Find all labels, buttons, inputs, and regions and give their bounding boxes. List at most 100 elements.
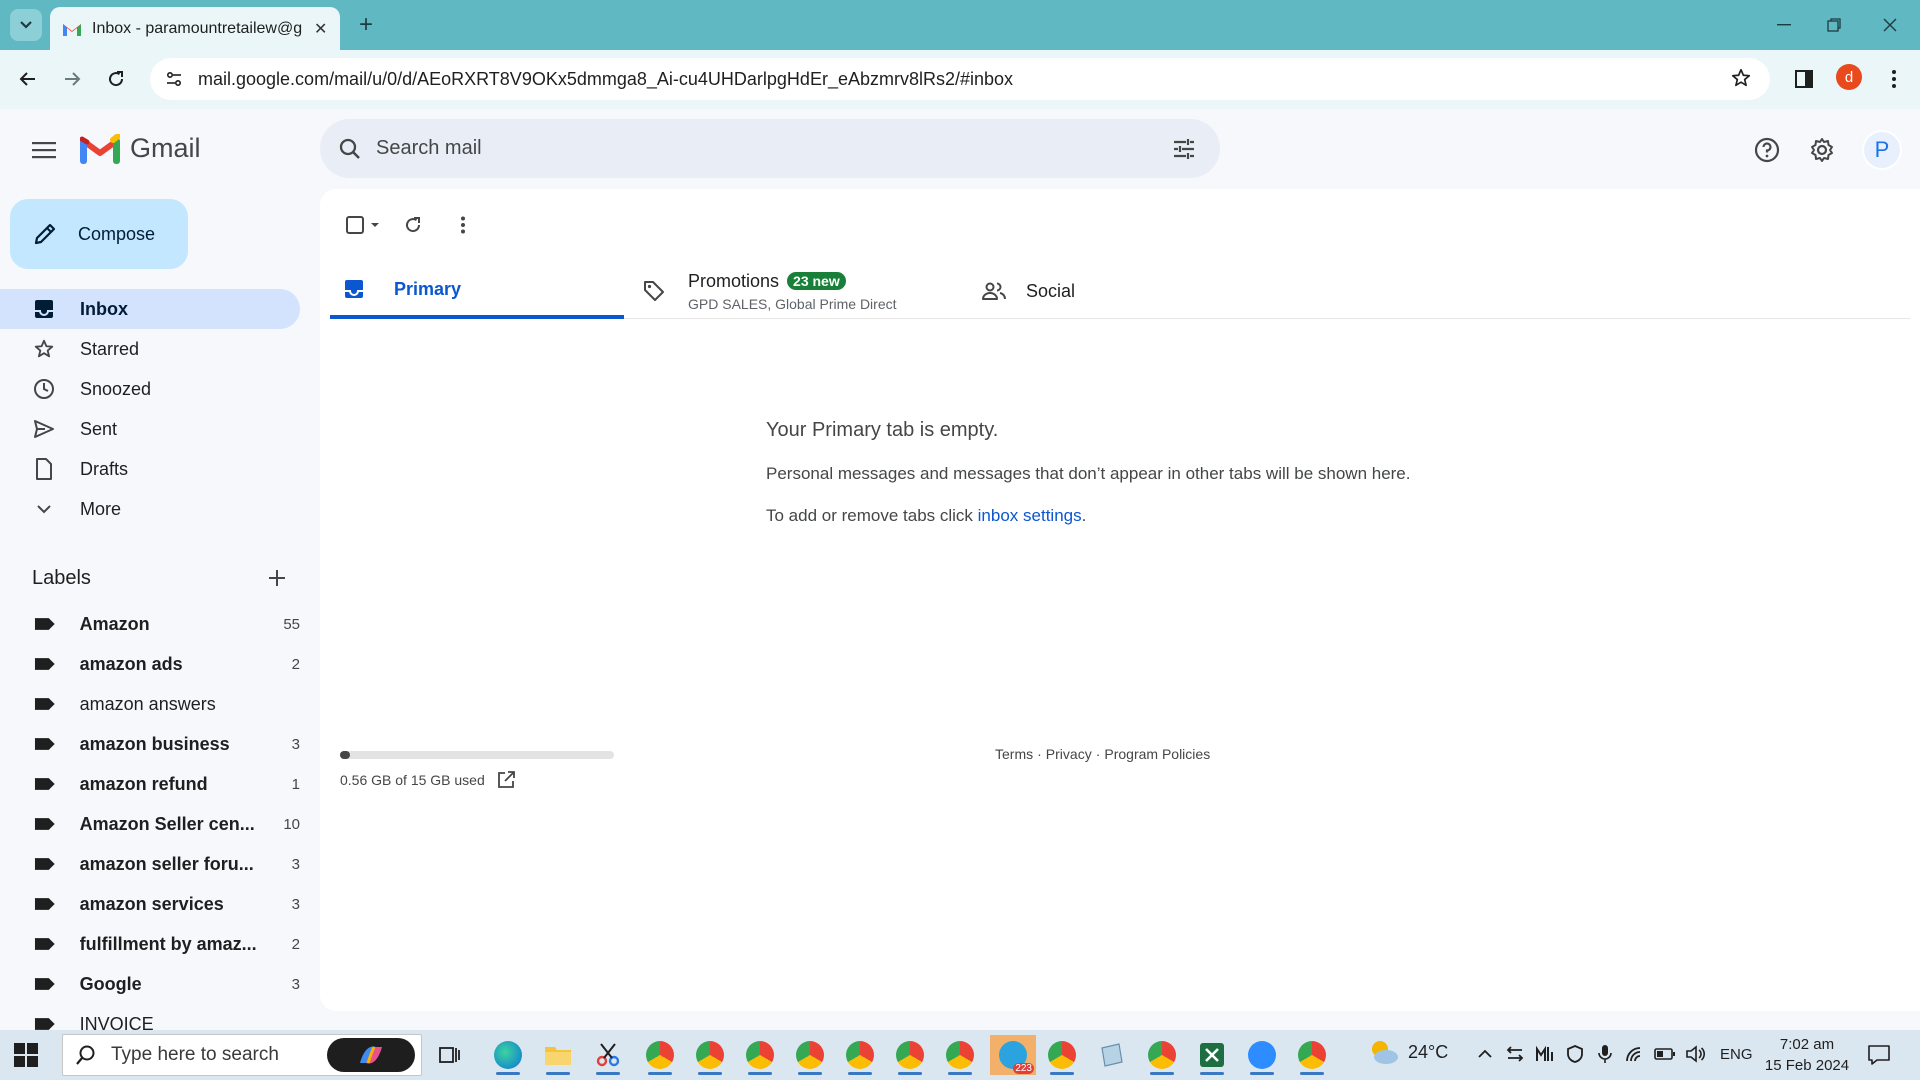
wifi-icon[interactable]	[1624, 1043, 1646, 1065]
task-view-icon	[439, 1047, 460, 1063]
manage-storage-icon[interactable]	[497, 771, 515, 789]
program-policies-link[interactable]: Program Policies	[1104, 746, 1210, 762]
close-tab-icon[interactable]: ✕	[314, 19, 327, 39]
select-all-checkbox[interactable]	[338, 205, 388, 245]
taskbar-app-chrome-6[interactable]	[890, 1035, 930, 1075]
taskbar-app-notes[interactable]	[1092, 1035, 1132, 1075]
tab-primary[interactable]: Primary	[330, 263, 624, 319]
app-tray-icon[interactable]	[1534, 1043, 1556, 1065]
forward-button[interactable]	[56, 63, 88, 95]
tab-promotions[interactable]: Promotions 23 new GPD SALES, Global Prim…	[642, 263, 942, 319]
label-item[interactable]: fulfillment by amaz... 2	[0, 924, 300, 964]
browser-tab-inbox[interactable]: Inbox - paramountretailew@gm ✕	[50, 7, 340, 50]
support-button[interactable]	[1745, 128, 1789, 172]
clock[interactable]: 7:02 am 15 Feb 2024	[1764, 1034, 1850, 1076]
windows-start-icon[interactable]	[14, 1043, 38, 1067]
network-adapter-icon[interactable]	[1504, 1043, 1526, 1065]
copilot-button[interactable]	[327, 1038, 415, 1072]
label-name: amazon answers	[79, 693, 216, 714]
label-item[interactable]: amazon seller foru... 3	[0, 844, 300, 884]
taskbar-app-file-explorer[interactable]	[538, 1035, 578, 1075]
side-panel-button[interactable]	[1788, 63, 1820, 95]
sidebar-item-starred[interactable]: Starred	[0, 329, 300, 369]
zoom-icon	[1248, 1041, 1276, 1069]
label-name: Google	[79, 973, 142, 994]
storage-meter: 0.56 GB of 15 GB used	[340, 751, 620, 789]
label-item[interactable]: Amazon 55	[0, 604, 300, 644]
taskbar-app-excel[interactable]	[1192, 1035, 1232, 1075]
bookmark-star-icon[interactable]	[1730, 67, 1752, 94]
label-name: amazon services	[79, 893, 224, 914]
search-icon[interactable]	[330, 129, 370, 169]
taskbar-app-chrome-7[interactable]	[940, 1035, 980, 1075]
privacy-link[interactable]: Privacy	[1046, 746, 1092, 762]
site-info-icon[interactable]	[158, 63, 190, 95]
weather-widget[interactable]: 24°C	[1368, 1038, 1448, 1066]
reload-button[interactable]	[100, 63, 132, 95]
inbox-icon	[32, 297, 56, 321]
storage-usage-text: 0.56 GB of 15 GB used	[340, 772, 485, 788]
label-item[interactable]: amazon answers	[0, 684, 300, 724]
taskbar-app-chrome-3[interactable]	[740, 1035, 780, 1075]
language-indicator[interactable]: ENG	[1720, 1046, 1753, 1063]
chevron-up-icon[interactable]	[1474, 1043, 1496, 1065]
settings-button[interactable]	[1800, 128, 1844, 172]
taskbar-app-chrome-8[interactable]	[1042, 1035, 1082, 1075]
sidebar-item-sent[interactable]: Sent	[0, 409, 300, 449]
taskbar-app-chrome-4[interactable]	[790, 1035, 830, 1075]
label-item[interactable]: amazon business 3	[0, 724, 300, 764]
chrome-icon	[796, 1041, 824, 1069]
minimize-button[interactable]	[1764, 10, 1804, 40]
add-label-button[interactable]	[262, 563, 292, 593]
label-item[interactable]: Amazon Seller cen... 10	[0, 804, 300, 844]
volume-icon[interactable]	[1684, 1043, 1706, 1065]
task-view-button[interactable]	[430, 1035, 470, 1075]
refresh-button[interactable]	[388, 205, 438, 245]
taskbar-app-chrome-2[interactable]	[690, 1035, 730, 1075]
sidebar-item-inbox[interactable]: Inbox	[0, 289, 300, 329]
account-avatar[interactable]: P	[1862, 130, 1902, 170]
back-button[interactable]	[12, 63, 44, 95]
taskbar-app-telegram[interactable]: 223	[990, 1035, 1036, 1075]
search-options-button[interactable]	[1164, 129, 1204, 169]
taskbar-app-chrome-9[interactable]	[1142, 1035, 1182, 1075]
label-count: 3	[291, 735, 300, 753]
more-actions-button[interactable]	[438, 205, 488, 245]
tab-social[interactable]: Social	[982, 263, 1242, 319]
sidebar-item-more[interactable]: More	[0, 489, 300, 529]
browser-menu-button[interactable]	[1878, 63, 1910, 95]
hint-suffix: .	[1081, 506, 1087, 525]
label-item[interactable]: Google 3	[0, 964, 300, 1004]
sidebar-item-drafts[interactable]: Drafts	[0, 449, 300, 489]
label-item[interactable]: amazon services 3	[0, 884, 300, 924]
taskbar-app-edge[interactable]	[488, 1035, 528, 1075]
taskbar-search-box[interactable]: Type here to search	[62, 1034, 422, 1076]
side-panel-icon	[1795, 70, 1813, 88]
browser-profile-avatar[interactable]: d	[1836, 64, 1862, 90]
arrow-back-icon	[19, 72, 35, 86]
taskbar-app-chrome-5[interactable]	[840, 1035, 880, 1075]
search-input[interactable]	[376, 137, 1136, 160]
taskbar-app-zoom[interactable]	[1242, 1035, 1282, 1075]
main-menu-button[interactable]	[24, 130, 64, 170]
compose-button[interactable]: Compose	[10, 199, 188, 269]
battery-icon[interactable]	[1654, 1043, 1676, 1065]
label-item[interactable]: amazon ads 2	[0, 644, 300, 684]
restore-button[interactable]	[1814, 10, 1854, 40]
security-shield-icon[interactable]	[1564, 1043, 1586, 1065]
taskbar-app-chrome-10[interactable]	[1292, 1035, 1332, 1075]
microphone-icon[interactable]	[1594, 1043, 1616, 1065]
notifications-button[interactable]	[1866, 1042, 1892, 1068]
chrome-icon	[646, 1041, 674, 1069]
taskbar-app-snipping-tool[interactable]	[588, 1035, 628, 1075]
address-bar[interactable]: mail.google.com/mail/u/0/d/AEoRXRT8V9OKx…	[150, 58, 1770, 100]
close-window-button[interactable]	[1870, 10, 1910, 40]
sidebar-item-snoozed[interactable]: Snoozed	[0, 369, 300, 409]
terms-link[interactable]: Terms	[995, 746, 1033, 762]
taskbar-app-chrome-1[interactable]	[640, 1035, 680, 1075]
gmail-logo[interactable]: Gmail	[80, 133, 201, 164]
inbox-settings-link[interactable]: inbox settings	[978, 506, 1082, 525]
tab-search-button[interactable]	[10, 9, 42, 41]
new-tab-button[interactable]: +	[352, 11, 380, 39]
label-item[interactable]: amazon refund 1	[0, 764, 300, 804]
